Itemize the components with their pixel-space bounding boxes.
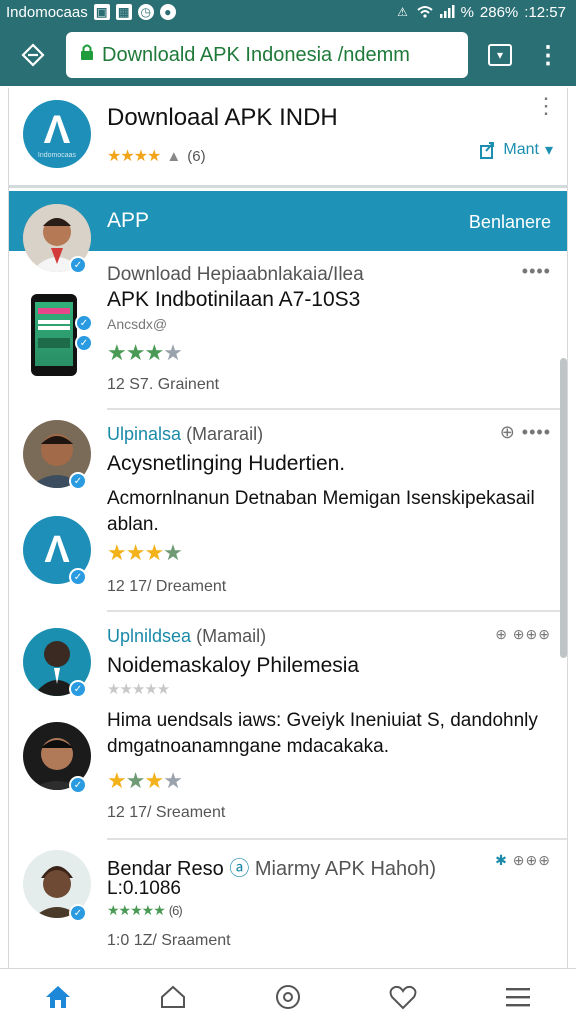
post3-stars-icon: ★★★★★ [107, 681, 170, 698]
rating-count: (6) [187, 147, 206, 165]
post2-stats: 12 17/ Dreament [107, 578, 227, 595]
post2-name[interactable]: Ulpinalsa [107, 424, 181, 444]
app-header: Λ Indomocaas Downloaal APK INDH ★★★★ ▲ (… [9, 88, 567, 188]
verified-badge-icon: ✓ [75, 314, 93, 332]
verified-badge-icon: ✓ [69, 776, 87, 794]
logo-a-icon: Λ [43, 107, 71, 152]
verified-badge-icon: ✓ [69, 472, 87, 490]
post1-title: APK Indbotinilaan A7-10S3 [107, 288, 361, 311]
post4-meta: Bendar Reso ⓐ Miarmy APK Hahoh) [107, 852, 436, 881]
scrollbar[interactable] [560, 358, 567, 658]
nav-explore[interactable] [148, 972, 198, 1022]
post3-title: Noidemaskaloy Philemesia [107, 654, 360, 677]
post4-handle: Miarmy APK Hahoh) [254, 858, 437, 880]
carrier-label: Indomocaas [6, 3, 88, 21]
chevron-down-icon: ▾ [544, 142, 553, 159]
heart-icon [389, 985, 417, 1009]
logo-text: Indomocaas [37, 151, 77, 159]
verified-badge-icon: ✓ [75, 334, 93, 352]
photo-icon: ▣ [93, 4, 110, 20]
clock-time: :12:57 [524, 3, 566, 21]
menu-icon [506, 987, 531, 1006]
home-icon [45, 985, 70, 1008]
more-vert-icon[interactable]: ⋮ [535, 95, 557, 117]
home-diamond-button[interactable] [0, 24, 66, 86]
want-button[interactable]: Mant ▾ [479, 140, 553, 160]
banner-right-label: Benlanere [468, 212, 551, 232]
post4-stars-icon: ★★★★★ [107, 902, 166, 918]
divider [107, 838, 567, 840]
signal-icon [439, 4, 455, 20]
post1-header: Download Hepiaabnlakaia/Ilea [107, 264, 364, 285]
notification-icon: ● [159, 4, 176, 20]
post1-subline: Ancsdx@ [107, 316, 168, 332]
post2-meta: Ulpinalsa (Mararail) [107, 424, 263, 445]
post2-more-icon[interactable]: ⊕ •••• [500, 422, 551, 443]
nav-favorites[interactable] [378, 972, 428, 1022]
post3-handle: (Mamail) [196, 626, 267, 646]
divider [107, 408, 567, 410]
lock-icon [80, 43, 94, 67]
post3-meta: Uplnildsea (Mamail) [107, 626, 266, 647]
clock-icon: ◷ [137, 4, 154, 20]
post1-stars-icon: ★★★★ [107, 340, 183, 365]
post4-name[interactable]: Bendar Reso [107, 858, 224, 880]
post4-stats: 1:0 1Z/ Sraament [107, 932, 231, 949]
divider [107, 610, 567, 612]
phone-thumbnail[interactable] [31, 294, 77, 376]
nav-discover[interactable] [263, 972, 313, 1022]
post1-more-icon[interactable]: •••• [522, 261, 551, 282]
verified-badge-icon: ✓ [69, 568, 87, 586]
post1-stats: 12 S7. Grainent [107, 376, 220, 393]
battery-icon: % [460, 3, 474, 21]
compass-icon [275, 984, 300, 1009]
battery-level: 286% [479, 3, 519, 21]
verified-badge-icon: ✓ [69, 256, 87, 274]
url-text: Downloald APK Indonesia /ndemm [102, 43, 410, 66]
app-title: Downloaal APK INDH [107, 104, 338, 131]
app-logo[interactable]: Λ Indomocaas [23, 100, 91, 168]
tabs-button[interactable]: ▾ [474, 24, 526, 86]
verified-badge-icon: ✓ [69, 680, 87, 698]
browser-menu-button[interactable]: ⋮ [526, 24, 570, 86]
banner-label: APP [107, 209, 150, 232]
tab-icon: ▾ [488, 44, 512, 66]
bottom-nav [0, 968, 576, 1024]
post4-rating: ★★★★★ (6) [107, 902, 183, 919]
post2-stars-icon: ★★★★ [107, 540, 183, 565]
post3-name[interactable]: Uplnildsea [107, 626, 191, 646]
post3-stats: 12 17/ Sreament [107, 804, 226, 821]
app-rating: ★★★★ ▲ (6) [107, 146, 206, 166]
rating-stars-icon: ★★★★ [107, 148, 161, 165]
want-label: Mant [503, 141, 539, 158]
post4-rating-count: (6) [168, 903, 183, 918]
diamond-icon [21, 43, 45, 67]
alert-icon: ⚠ [397, 5, 408, 19]
browser-toolbar: Downloald APK Indonesia /ndemm ▾ ⋮ [0, 24, 576, 86]
post4-more-icon[interactable]: ✱ ⊕⊕⊕ [495, 852, 551, 869]
house-outline-icon [160, 985, 185, 1008]
share-icon [480, 142, 495, 159]
post2-handle: (Mararail) [186, 424, 264, 444]
app-banner[interactable]: APP Benlanere [9, 191, 567, 251]
at-icon: ⓐ [229, 858, 250, 880]
post2-body: Acmornlnanun Detnaban Memigan Isenskipek… [107, 488, 535, 535]
calendar-icon: ▦ [115, 4, 132, 20]
nav-menu[interactable] [493, 972, 543, 1022]
bookmark-icon: ▲ [166, 147, 182, 165]
status-bar: Indomocaas ▣ ▦ ◷ ● ⚠ % 286% :12:57 [0, 0, 576, 24]
nav-home[interactable] [33, 972, 83, 1022]
verified-badge-icon: ✓ [69, 904, 87, 922]
post3-more-icon[interactable]: ⊕ ⊕⊕⊕ [495, 626, 551, 643]
url-field[interactable]: Downloald APK Indonesia /ndemm [66, 32, 468, 78]
content-frame: Λ Indomocaas Downloaal APK INDH ★★★★ ▲ (… [8, 88, 568, 968]
post4-title: L:0.1086 [107, 878, 181, 899]
post3-body: Hima uendsals iaws: Gveiyk Ineniuiat S, … [107, 710, 538, 757]
post2-title: Acysnetlinging Hudertien. [107, 452, 346, 475]
post3-rating-stars-icon: ★★★★ [107, 768, 183, 793]
wifi-icon [416, 4, 433, 20]
